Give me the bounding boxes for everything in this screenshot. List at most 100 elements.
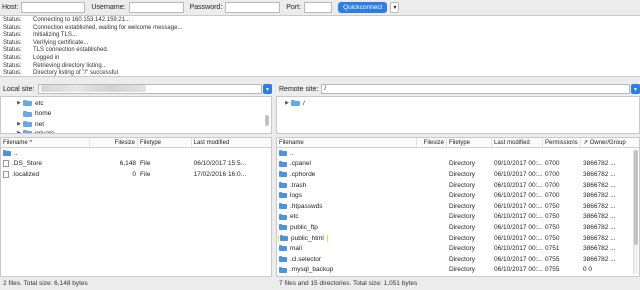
- table-row[interactable]: ..: [277, 148, 639, 159]
- file-owner: 3866782 ...: [583, 213, 616, 221]
- expand-arrow-icon[interactable]: ▶: [15, 100, 23, 106]
- table-row[interactable]: public_ftp Directory 06/10/2017 00:... 0…: [277, 222, 639, 233]
- remote-site-path-input[interactable]: /: [321, 84, 630, 94]
- table-row[interactable]: .cpanel Directory 09/10/2017 00:... 0700…: [277, 159, 639, 170]
- column-last-modified[interactable]: Last modified: [192, 138, 271, 147]
- table-row[interactable]: ..: [1, 148, 271, 159]
- column-permissions[interactable]: Permissions: [543, 138, 581, 147]
- resize-icon: ↗: [583, 140, 589, 146]
- expand-arrow-icon[interactable]: ▶: [15, 130, 23, 134]
- remote-file-list[interactable]: Filename Filesize Filetype Last modified…: [276, 137, 640, 277]
- tree-item[interactable]: home: [1, 109, 271, 120]
- column-filetype[interactable]: Filetype: [447, 138, 492, 147]
- file-type: Directory: [449, 255, 476, 263]
- log-row: Status: Initializing TLS...: [3, 32, 640, 40]
- folder-icon: [291, 100, 300, 107]
- log-text: Retrieving directory listing...: [33, 62, 107, 69]
- tree-item-label: etc: [35, 99, 44, 107]
- local-site-dropdown-button[interactable]: ▾: [263, 84, 272, 94]
- folder-icon: [3, 150, 11, 157]
- log-row: Status: Retrieving directory listing...: [3, 63, 640, 71]
- table-row[interactable]: .htpasswds Directory 06/10/2017 00:... 0…: [277, 201, 639, 212]
- column-owner-group[interactable]: ↗ Owner/Group: [581, 138, 633, 147]
- scrollbar-thumb[interactable]: [634, 150, 638, 245]
- file-modified: 06/10/2017 00:...: [494, 181, 543, 189]
- local-status-text: 2 files. Total size: 6,148 bytes: [3, 280, 88, 287]
- table-row[interactable]: .cl.selector Directory 06/10/2017 00:...…: [277, 254, 639, 265]
- folder-icon: [23, 121, 32, 128]
- blurred-path: [40, 85, 146, 92]
- file-size: 0: [132, 170, 136, 178]
- column-filesize[interactable]: Filesize: [417, 138, 447, 147]
- table-row[interactable]: logs Directory 06/10/2017 00:... 0700 38…: [277, 190, 639, 201]
- port-input[interactable]: [304, 2, 333, 13]
- log-key: Status:: [3, 17, 22, 23]
- file-permissions: 0700: [545, 170, 560, 178]
- tree-item[interactable]: ▶ /: [277, 98, 639, 109]
- remote-list-header: Filename Filesize Filetype Last modified…: [277, 138, 639, 148]
- message-log[interactable]: Status: Connecting to 160.153.142.159:21.…: [0, 15, 640, 77]
- column-filetype[interactable]: Filetype: [138, 138, 192, 147]
- local-site-bar: Local site: ▾: [0, 83, 272, 95]
- file-permissions: 0750: [545, 223, 560, 231]
- quickconnect-button[interactable]: Quickconnect: [338, 2, 388, 13]
- log-row: Status: Connecting to 160.153.142.159:21.…: [3, 17, 640, 25]
- file-type: Directory: [449, 170, 476, 178]
- file-owner: 3866782 ...: [583, 170, 616, 178]
- username-input[interactable]: [128, 2, 184, 13]
- file-name: public_html: [291, 234, 324, 242]
- folder-icon: [279, 203, 287, 210]
- file-type: Directory: [449, 181, 476, 189]
- column-filename[interactable]: Filename: [277, 138, 417, 147]
- folder-icon: [279, 224, 287, 231]
- tree-item-label: net: [35, 120, 45, 128]
- table-row[interactable]: .trash Directory 06/10/2017 00:... 0700 …: [277, 180, 639, 191]
- expand-arrow-icon[interactable]: ▶: [15, 121, 23, 127]
- file-permissions: 0750: [545, 213, 560, 221]
- table-row[interactable]: .mysql_backup Directory 06/10/2017 00:..…: [277, 265, 639, 276]
- host-input[interactable]: [21, 2, 86, 13]
- log-row: Status: TLS connection established.: [3, 47, 640, 55]
- tree-item[interactable]: ▶ etc: [1, 98, 271, 109]
- remote-site-path-text: /: [324, 85, 327, 92]
- table-row[interactable]: .cphorde Directory 06/10/2017 00:... 070…: [277, 169, 639, 180]
- table-row[interactable]: .localized 0 File 17/02/2016 16:0...: [1, 169, 271, 180]
- local-file-list[interactable]: Filename ^ Filesize Filetype Last modifi…: [0, 137, 272, 277]
- local-directory-tree[interactable]: ▶ etc home ▶ net ▶ private: [0, 96, 272, 134]
- column-filesize[interactable]: Filesize: [90, 138, 138, 147]
- table-row-highlighted[interactable]: public_html Directory 06/10/2017 00:... …: [277, 233, 639, 244]
- remote-list-scrollbar[interactable]: [633, 150, 638, 274]
- local-site-path-input[interactable]: [37, 84, 262, 94]
- column-last-modified[interactable]: Last modified: [492, 138, 543, 147]
- file-owner: 3866782 ...: [583, 223, 616, 231]
- file-permissions: 0750: [545, 234, 560, 242]
- quickconnect-history-dropdown[interactable]: ▾: [390, 2, 400, 13]
- local-tree-scrollbar[interactable]: [265, 115, 269, 126]
- file-size: 6,148: [119, 160, 136, 168]
- remote-directory-tree[interactable]: ▶ /: [276, 96, 640, 134]
- table-row[interactable]: etc Directory 06/10/2017 00:... 0750 386…: [277, 212, 639, 223]
- file-name: public_ftp: [290, 223, 318, 231]
- expand-arrow-icon[interactable]: ▶: [283, 100, 291, 106]
- tree-item[interactable]: ▶ private: [1, 129, 271, 134]
- file-type: File: [140, 160, 151, 168]
- file-name: ..: [290, 149, 294, 157]
- column-filename[interactable]: Filename ^: [1, 138, 91, 147]
- table-row[interactable]: .DS_Store 6,148 File 06/10/2017 15:5...: [1, 159, 271, 170]
- tree-item-label: /: [303, 99, 305, 107]
- table-row[interactable]: mail Directory 06/10/2017 00:... 0751 38…: [277, 243, 639, 254]
- log-row: Status: Connection established, waiting f…: [3, 25, 640, 33]
- file-type: Directory: [449, 223, 476, 231]
- remote-site-dropdown-button[interactable]: ▾: [631, 84, 640, 94]
- file-type: Directory: [449, 160, 476, 168]
- log-text: Directory listing of "/" successful: [33, 70, 118, 77]
- tree-item-label: home: [35, 110, 52, 118]
- tree-item[interactable]: ▶ net: [1, 119, 271, 130]
- log-text: TLS connection established.: [33, 47, 109, 54]
- log-key: Status:: [3, 70, 22, 77]
- password-input[interactable]: [225, 2, 281, 13]
- remote-site-bar: Remote site: / ▾: [276, 83, 640, 95]
- host-label: Host:: [2, 4, 19, 11]
- file-type: File: [140, 170, 151, 178]
- log-text: Logged in: [33, 54, 60, 61]
